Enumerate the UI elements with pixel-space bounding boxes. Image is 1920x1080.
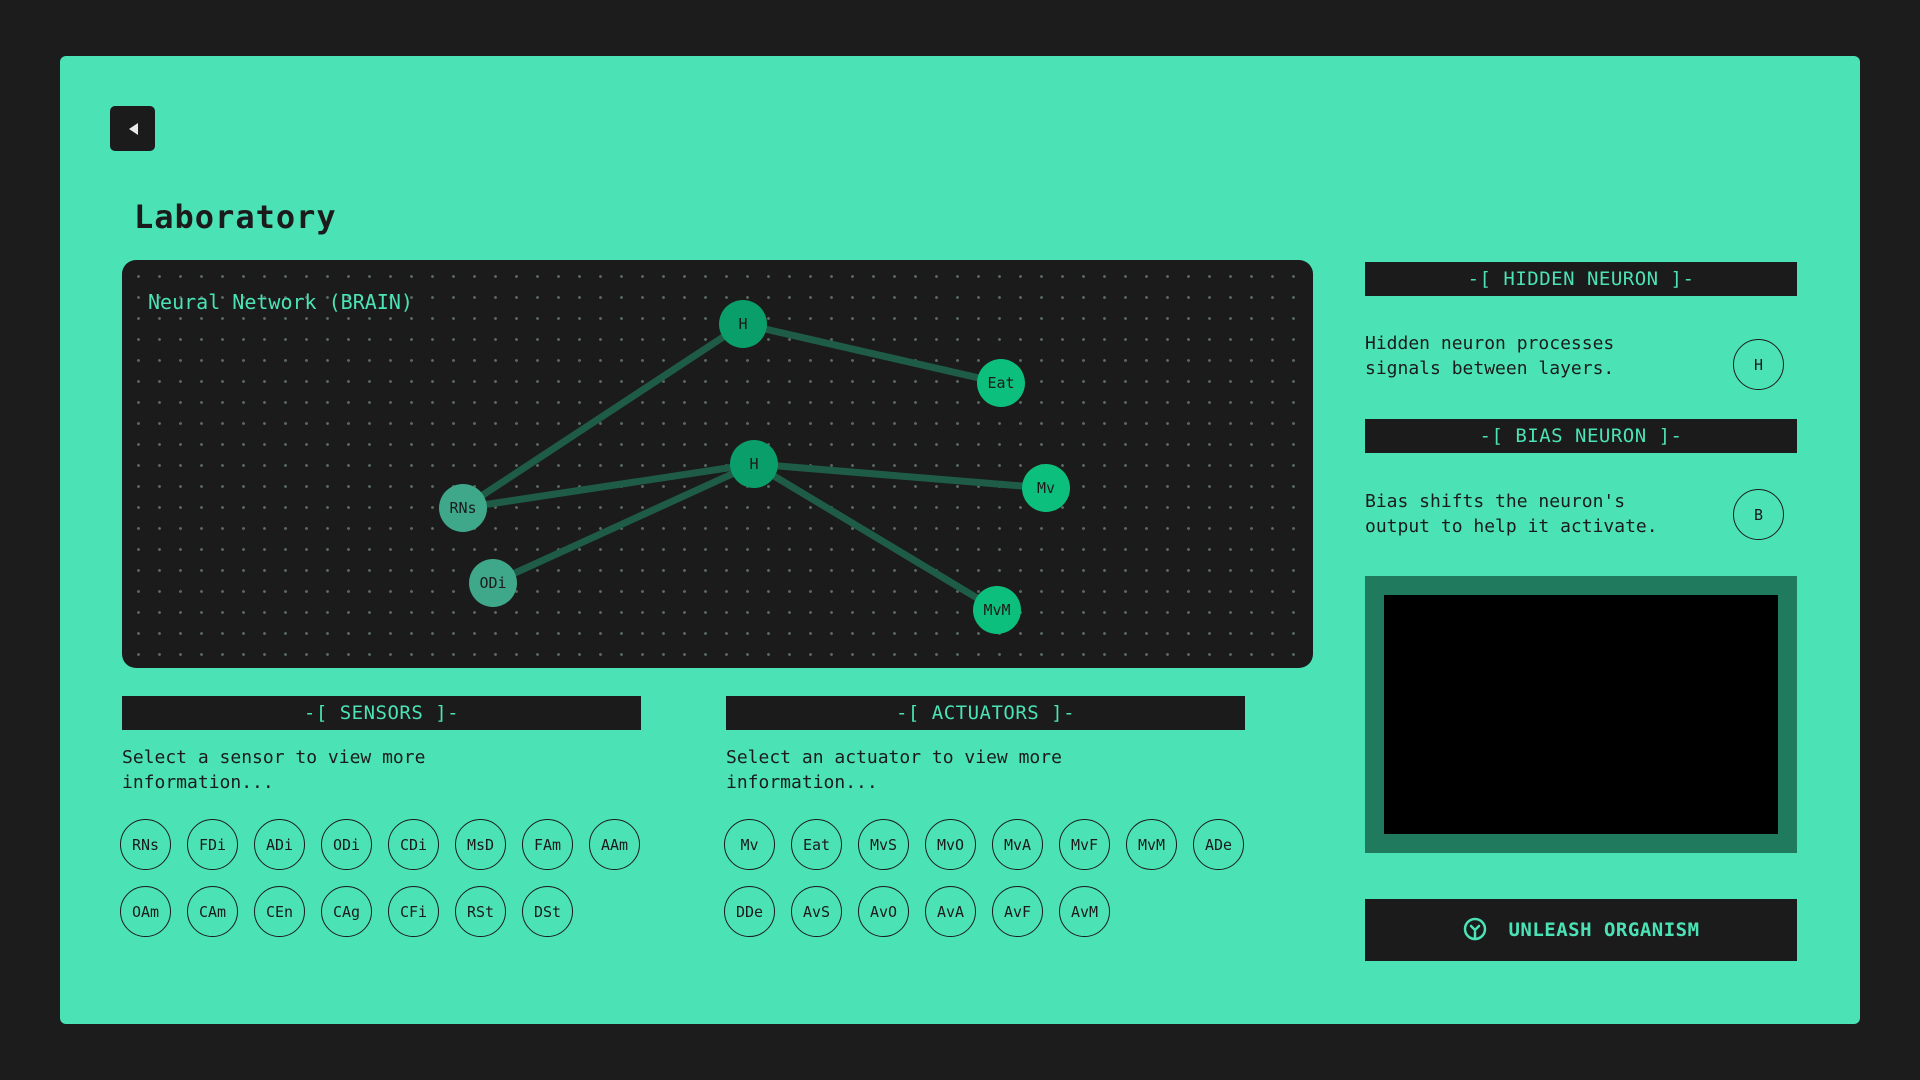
sensor-chip[interactable]: FDi xyxy=(187,819,238,870)
back-arrow-icon xyxy=(128,122,138,135)
sensor-chip[interactable]: RSt xyxy=(455,886,506,937)
actuator-chip[interactable]: DDe xyxy=(724,886,775,937)
network-node[interactable]: MvM xyxy=(973,586,1021,634)
actuator-chip[interactable]: MvF xyxy=(1059,819,1110,870)
actuator-chip[interactable]: MvA xyxy=(992,819,1043,870)
sensor-chip[interactable]: CAm xyxy=(187,886,238,937)
hidden-neuron-symbol: H xyxy=(1733,339,1784,390)
node-label: Eat xyxy=(987,374,1014,392)
network-node[interactable]: Eat xyxy=(977,359,1025,407)
sensor-chip[interactable]: CEn xyxy=(254,886,305,937)
actuator-chip[interactable]: AvS xyxy=(791,886,842,937)
edge-h1-eat xyxy=(739,320,1005,387)
actuator-chip[interactable]: AvO xyxy=(858,886,909,937)
sensor-chip[interactable]: FAm xyxy=(522,819,573,870)
node-label: H xyxy=(738,315,747,333)
sensor-chip[interactable]: ODi xyxy=(321,819,372,870)
node-label: ODi xyxy=(479,574,506,592)
sensor-chip[interactable]: DSt xyxy=(522,886,573,937)
bias-neuron-header: -[ BIAS NEURON ]- xyxy=(1365,419,1797,453)
actuator-chip[interactable]: Mv xyxy=(724,819,775,870)
actuator-chip[interactable]: AvA xyxy=(925,886,976,937)
neural-network-canvas[interactable]: Neural Network (BRAIN) H Eat H Mv RNs OD… xyxy=(122,260,1313,668)
sensor-chip[interactable]: CFi xyxy=(388,886,439,937)
hidden-neuron-description: Hidden neuron processes signals between … xyxy=(1365,333,1615,379)
sensors-header: -[ SENSORS ]- xyxy=(122,696,641,730)
node-label: RNs xyxy=(449,499,476,517)
bias-neuron-symbol: B xyxy=(1733,489,1784,540)
organism-icon xyxy=(1464,917,1487,941)
actuators-header: -[ ACTUATORS ]- xyxy=(726,696,1245,730)
actuator-chip[interactable]: MvM xyxy=(1126,819,1177,870)
actuator-chip[interactable]: Eat xyxy=(791,819,842,870)
sensor-chip[interactable]: OAm xyxy=(120,886,171,937)
actuator-chip[interactable]: AvM xyxy=(1059,886,1110,937)
actuator-list: Mv Eat MvS MvO MvA MvF MvM ADe DDe AvS A… xyxy=(724,819,1264,937)
edge-h2-mv xyxy=(750,460,1050,492)
sensor-chip[interactable]: RNs xyxy=(120,819,171,870)
sensor-chip[interactable]: CDi xyxy=(388,819,439,870)
node-label: MvM xyxy=(983,601,1010,619)
sensor-chip[interactable]: ADi xyxy=(254,819,305,870)
bias-neuron-description: Bias shifts the neuron's output to help … xyxy=(1365,491,1658,537)
sensor-list: RNs FDi ADi ODi CDi MsD FAm AAm OAm CAm … xyxy=(120,819,660,937)
actuator-chip[interactable]: MvO xyxy=(925,819,976,870)
back-button[interactable] xyxy=(110,106,155,151)
network-node[interactable]: Mv xyxy=(1022,464,1070,512)
actuator-chip[interactable]: ADe xyxy=(1193,819,1244,870)
network-node[interactable]: H xyxy=(719,300,767,348)
sensor-chip[interactable]: CAg xyxy=(321,886,372,937)
actuator-chip[interactable]: MvS xyxy=(858,819,909,870)
actuator-chip[interactable]: AvF xyxy=(992,886,1043,937)
network-node[interactable]: H xyxy=(730,440,778,488)
unleash-organism-label: UNLEASH ORGANISM xyxy=(1508,919,1700,941)
sensor-chip[interactable]: AAm xyxy=(589,819,640,870)
organism-preview-screen xyxy=(1384,595,1778,834)
node-label: H xyxy=(749,455,758,473)
page-title: Laboratory xyxy=(134,198,337,236)
node-label: Mv xyxy=(1037,479,1055,497)
sensor-chip[interactable]: MsD xyxy=(455,819,506,870)
neural-network-graph: H Eat H Mv RNs ODi MvM xyxy=(439,300,1070,634)
edge-h2-mvm xyxy=(750,460,1001,614)
network-node[interactable]: ODi xyxy=(469,559,517,607)
edge-rns-h1 xyxy=(459,320,747,512)
sensors-description: Select a sensor to view more information… xyxy=(122,747,426,793)
actuators-description: Select an actuator to view more informat… xyxy=(726,747,1062,793)
organism-preview-frame xyxy=(1365,576,1797,853)
hidden-neuron-header: -[ HIDDEN NEURON ]- xyxy=(1365,262,1797,296)
network-node[interactable]: RNs xyxy=(439,484,487,532)
unleash-organism-button[interactable]: UNLEASH ORGANISM xyxy=(1365,899,1797,961)
